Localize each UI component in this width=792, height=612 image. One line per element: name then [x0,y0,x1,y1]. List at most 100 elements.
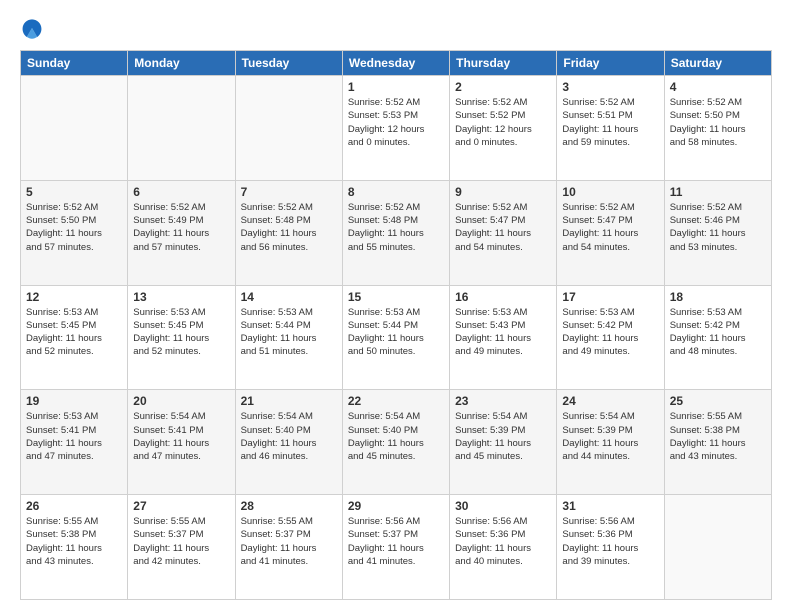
day-cell: 20 Sunrise: 5:54 AM Sunset: 5:41 PM Dayli… [128,390,235,495]
day-number: 23 [455,394,551,408]
day-info: Sunrise: 5:52 AM Sunset: 5:47 PM Dayligh… [562,201,658,254]
day-number: 19 [26,394,122,408]
week-row-1: 5 Sunrise: 5:52 AM Sunset: 5:50 PM Daylig… [21,180,772,285]
day-info: Sunrise: 5:56 AM Sunset: 5:36 PM Dayligh… [455,515,551,568]
day-info: Sunrise: 5:52 AM Sunset: 5:52 PM Dayligh… [455,96,551,149]
day-number: 13 [133,290,229,304]
day-cell: 31 Sunrise: 5:56 AM Sunset: 5:36 PM Dayli… [557,495,664,600]
day-cell [21,76,128,181]
day-cell: 13 Sunrise: 5:53 AM Sunset: 5:45 PM Dayli… [128,285,235,390]
day-number: 15 [348,290,444,304]
day-cell: 23Sunrise: 5:54 AM Sunset: 5:39 PM Dayli… [450,390,557,495]
day-cell: 1Sunrise: 5:52 AM Sunset: 5:53 PM Daylig… [342,76,449,181]
day-info: Sunrise: 5:56 AM Sunset: 5:37 PM Dayligh… [348,515,444,568]
logo-icon [20,16,44,40]
day-cell: 7 Sunrise: 5:52 AM Sunset: 5:48 PM Daylig… [235,180,342,285]
header-thursday: Thursday [450,51,557,76]
day-info: Sunrise: 5:52 AM Sunset: 5:49 PM Dayligh… [133,201,229,254]
day-cell: 2Sunrise: 5:52 AM Sunset: 5:52 PM Daylig… [450,76,557,181]
week-row-2: 12 Sunrise: 5:53 AM Sunset: 5:45 PM Dayli… [21,285,772,390]
day-number: 25 [670,394,766,408]
day-info: Sunrise: 5:56 AM Sunset: 5:36 PM Dayligh… [562,515,658,568]
header-tuesday: Tuesday [235,51,342,76]
day-info: Sunrise: 5:52 AM Sunset: 5:48 PM Dayligh… [348,201,444,254]
day-info: Sunrise: 5:55 AM Sunset: 5:38 PM Dayligh… [670,410,766,463]
day-cell: 14 Sunrise: 5:53 AM Sunset: 5:44 PM Dayli… [235,285,342,390]
day-number: 5 [26,185,122,199]
week-row-4: 26 Sunrise: 5:55 AM Sunset: 5:38 PM Dayli… [21,495,772,600]
day-cell: 26 Sunrise: 5:55 AM Sunset: 5:38 PM Dayli… [21,495,128,600]
header-monday: Monday [128,51,235,76]
day-cell [128,76,235,181]
day-info: Sunrise: 5:53 AM Sunset: 5:42 PM Dayligh… [562,306,658,359]
header-friday: Friday [557,51,664,76]
day-info: Sunrise: 5:52 AM Sunset: 5:48 PM Dayligh… [241,201,337,254]
day-info: Sunrise: 5:53 AM Sunset: 5:45 PM Dayligh… [133,306,229,359]
day-cell: 21 Sunrise: 5:54 AM Sunset: 5:40 PM Dayli… [235,390,342,495]
week-row-0: 1Sunrise: 5:52 AM Sunset: 5:53 PM Daylig… [21,76,772,181]
day-cell: 19 Sunrise: 5:53 AM Sunset: 5:41 PM Dayli… [21,390,128,495]
day-info: Sunrise: 5:52 AM Sunset: 5:50 PM Dayligh… [26,201,122,254]
day-info: Sunrise: 5:53 AM Sunset: 5:41 PM Dayligh… [26,410,122,463]
day-cell: 17 Sunrise: 5:53 AM Sunset: 5:42 PM Dayli… [557,285,664,390]
day-info: Sunrise: 5:52 AM Sunset: 5:53 PM Dayligh… [348,96,444,149]
header-wednesday: Wednesday [342,51,449,76]
day-number: 17 [562,290,658,304]
day-info: Sunrise: 5:53 AM Sunset: 5:43 PM Dayligh… [455,306,551,359]
day-number: 28 [241,499,337,513]
day-number: 6 [133,185,229,199]
day-number: 4 [670,80,766,94]
day-cell: 5 Sunrise: 5:52 AM Sunset: 5:50 PM Daylig… [21,180,128,285]
day-cell: 27Sunrise: 5:55 AM Sunset: 5:37 PM Dayli… [128,495,235,600]
day-cell: 10 Sunrise: 5:52 AM Sunset: 5:47 PM Dayli… [557,180,664,285]
day-info: Sunrise: 5:52 AM Sunset: 5:51 PM Dayligh… [562,96,658,149]
day-number: 22 [348,394,444,408]
day-number: 14 [241,290,337,304]
day-cell: 18Sunrise: 5:53 AM Sunset: 5:42 PM Dayli… [664,285,771,390]
day-cell: 22Sunrise: 5:54 AM Sunset: 5:40 PM Dayli… [342,390,449,495]
day-cell: 25 Sunrise: 5:55 AM Sunset: 5:38 PM Dayli… [664,390,771,495]
day-info: Sunrise: 5:54 AM Sunset: 5:41 PM Dayligh… [133,410,229,463]
day-cell [235,76,342,181]
day-number: 26 [26,499,122,513]
calendar-page: SundayMondayTuesdayWednesdayThursdayFrid… [0,0,792,612]
day-info: Sunrise: 5:53 AM Sunset: 5:44 PM Dayligh… [348,306,444,359]
header-row: SundayMondayTuesdayWednesdayThursdayFrid… [21,51,772,76]
day-cell: 8 Sunrise: 5:52 AM Sunset: 5:48 PM Daylig… [342,180,449,285]
calendar-table: SundayMondayTuesdayWednesdayThursdayFrid… [20,50,772,600]
calendar-body: 1Sunrise: 5:52 AM Sunset: 5:53 PM Daylig… [21,76,772,600]
day-cell: 4 Sunrise: 5:52 AM Sunset: 5:50 PM Daylig… [664,76,771,181]
header [20,16,772,40]
day-number: 10 [562,185,658,199]
day-cell: 28Sunrise: 5:55 AM Sunset: 5:37 PM Dayli… [235,495,342,600]
day-info: Sunrise: 5:53 AM Sunset: 5:42 PM Dayligh… [670,306,766,359]
day-number: 8 [348,185,444,199]
day-number: 9 [455,185,551,199]
day-number: 7 [241,185,337,199]
day-number: 16 [455,290,551,304]
day-cell: 6 Sunrise: 5:52 AM Sunset: 5:49 PM Daylig… [128,180,235,285]
day-info: Sunrise: 5:52 AM Sunset: 5:50 PM Dayligh… [670,96,766,149]
day-cell: 29Sunrise: 5:56 AM Sunset: 5:37 PM Dayli… [342,495,449,600]
day-cell: 30 Sunrise: 5:56 AM Sunset: 5:36 PM Dayli… [450,495,557,600]
day-cell: 12 Sunrise: 5:53 AM Sunset: 5:45 PM Dayli… [21,285,128,390]
day-info: Sunrise: 5:55 AM Sunset: 5:38 PM Dayligh… [26,515,122,568]
day-info: Sunrise: 5:53 AM Sunset: 5:44 PM Dayligh… [241,306,337,359]
header-saturday: Saturday [664,51,771,76]
day-info: Sunrise: 5:54 AM Sunset: 5:40 PM Dayligh… [241,410,337,463]
logo [20,16,46,40]
day-cell: 9Sunrise: 5:52 AM Sunset: 5:47 PM Daylig… [450,180,557,285]
day-cell: 16 Sunrise: 5:53 AM Sunset: 5:43 PM Dayli… [450,285,557,390]
day-cell: 11Sunrise: 5:52 AM Sunset: 5:46 PM Dayli… [664,180,771,285]
day-number: 12 [26,290,122,304]
day-number: 21 [241,394,337,408]
calendar-header: SundayMondayTuesdayWednesdayThursdayFrid… [21,51,772,76]
day-number: 30 [455,499,551,513]
day-cell [664,495,771,600]
day-info: Sunrise: 5:52 AM Sunset: 5:46 PM Dayligh… [670,201,766,254]
day-cell: 15 Sunrise: 5:53 AM Sunset: 5:44 PM Dayli… [342,285,449,390]
day-info: Sunrise: 5:53 AM Sunset: 5:45 PM Dayligh… [26,306,122,359]
day-number: 3 [562,80,658,94]
day-number: 31 [562,499,658,513]
day-number: 20 [133,394,229,408]
